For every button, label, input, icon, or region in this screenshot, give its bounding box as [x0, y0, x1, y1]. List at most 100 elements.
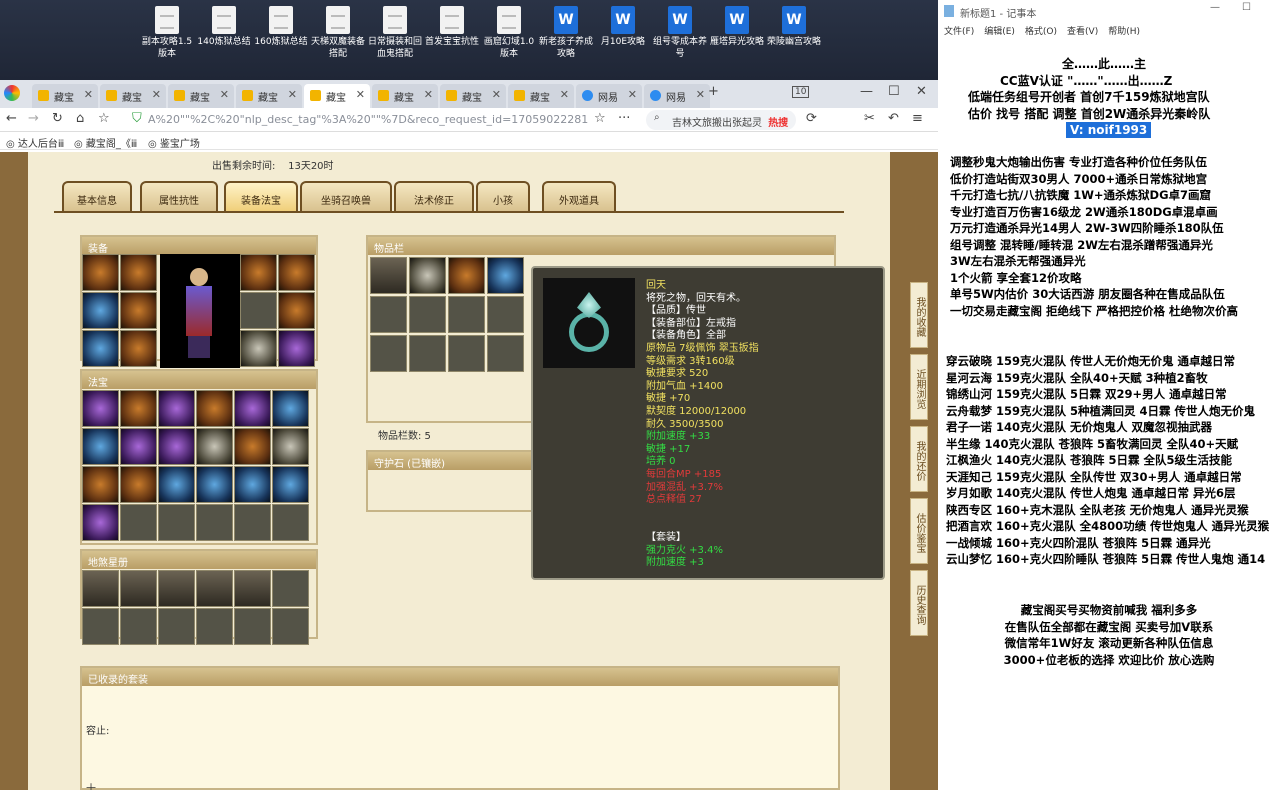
close-tab-icon[interactable]: ✕: [152, 88, 161, 101]
item-slot[interactable]: [234, 428, 271, 465]
item-slot[interactable]: [240, 330, 277, 367]
sidebar-button[interactable]: 我的还价: [910, 426, 928, 492]
desktop-icon[interactable]: 140炼狱总结: [195, 6, 253, 48]
search-input[interactable]: ⌕ 吉林文旅搬出张起灵 热搜: [646, 110, 796, 130]
close-tab-icon[interactable]: ✕: [424, 88, 433, 101]
item-slot[interactable]: [82, 330, 119, 367]
browser-tab[interactable]: 藏宝 ✕: [304, 84, 370, 108]
item-slot[interactable]: [272, 428, 309, 465]
close-tab-icon[interactable]: ✕: [288, 88, 297, 101]
item-slot[interactable]: [234, 570, 271, 607]
maximize-icon[interactable]: ☐: [888, 84, 900, 99]
cut-icon[interactable]: ✂: [864, 111, 875, 126]
item-slot[interactable]: [120, 466, 157, 503]
bookmark-item[interactable]: ◎ 达人后台ⅲ: [6, 135, 64, 150]
item-slot[interactable]: [158, 428, 195, 465]
browser-tab[interactable]: 藏宝 ✕: [236, 84, 302, 108]
notepad-menu-item[interactable]: 编辑(E): [984, 27, 1015, 37]
desktop-icon[interactable]: W 月10E攻略: [594, 6, 652, 48]
browser-tab[interactable]: 藏宝 ✕: [100, 84, 166, 108]
browser-tab[interactable]: 藏宝 ✕: [440, 84, 506, 108]
item-slot[interactable]: [82, 254, 119, 291]
item-slot[interactable]: [234, 390, 271, 427]
item-slot[interactable]: [196, 390, 233, 427]
desktop-icon[interactable]: 天梯双魔装备搭配: [309, 6, 367, 60]
item-slot[interactable]: [82, 390, 119, 427]
minimize-icon[interactable]: —: [1210, 2, 1220, 13]
browser-tab[interactable]: 藏宝 ✕: [32, 84, 98, 108]
item-slot[interactable]: [196, 428, 233, 465]
refresh-icon[interactable]: ⟳: [806, 111, 817, 126]
menu-icon[interactable]: ≡: [912, 111, 923, 126]
sidebar-button[interactable]: 我的收藏: [910, 282, 928, 348]
bookmark-item[interactable]: ◎ 藏宝阁_《ⅲ: [74, 135, 137, 150]
bookmark-item[interactable]: ◎ 鉴宝广场: [148, 135, 200, 150]
back-icon[interactable]: ←: [6, 111, 17, 126]
notepad-menu-item[interactable]: 文件(F): [944, 27, 974, 37]
sidebar-button[interactable]: 近期浏览: [910, 354, 928, 420]
item-slot[interactable]: [158, 570, 195, 607]
item-slot[interactable]: [272, 466, 309, 503]
desktop-icon[interactable]: W 雁塔异光攻略: [708, 6, 766, 48]
close-tab-icon[interactable]: ✕: [356, 88, 365, 101]
item-slot[interactable]: [82, 570, 119, 607]
sidebar-button[interactable]: 估价鉴宝: [910, 498, 928, 564]
bookmark-star-icon[interactable]: ☆: [594, 111, 606, 126]
game-tab[interactable]: 小孩: [476, 181, 530, 211]
undo-icon[interactable]: ↶: [888, 111, 899, 126]
item-slot[interactable]: [158, 390, 195, 427]
item-slot[interactable]: [196, 570, 233, 607]
url-field[interactable]: A%20""%2C%20"nlp_desc_tag"%3A%20""%7D&re…: [148, 110, 588, 130]
item-slot[interactable]: [278, 330, 315, 367]
close-tab-icon[interactable]: ✕: [696, 88, 705, 101]
sidebar-button[interactable]: 历史查询: [910, 570, 928, 636]
close-tab-icon[interactable]: ✕: [492, 88, 501, 101]
desktop-icon[interactable]: W 新老孩子养成攻略: [537, 6, 595, 60]
item-slot[interactable]: [82, 466, 119, 503]
game-tab[interactable]: 坐骑召唤兽: [300, 181, 392, 211]
notepad-menu-item[interactable]: 格式(O): [1025, 27, 1057, 37]
game-tab[interactable]: 外观道具: [542, 181, 616, 211]
desktop-icon[interactable]: W 荣陵幽宫攻略: [765, 6, 823, 48]
item-slot[interactable]: [196, 466, 233, 503]
notepad-text[interactable]: 全……此……主 CC蓝V认证 "……"……出……Z 低端任务组号开创者 首创7千15…: [938, 40, 1280, 790]
item-slot[interactable]: [272, 390, 309, 427]
desktop-icon[interactable]: 160炼狱总结: [252, 6, 310, 48]
close-tab-icon[interactable]: ✕: [220, 88, 229, 101]
forward-icon[interactable]: →: [28, 111, 39, 126]
item-slot[interactable]: [278, 292, 315, 329]
browser-tab[interactable]: 藏宝 ✕: [168, 84, 234, 108]
item-slot[interactable]: [120, 390, 157, 427]
desktop-icon[interactable]: W 组号零成本养号: [651, 6, 709, 60]
item-slot[interactable]: [82, 504, 119, 541]
item-slot[interactable]: [120, 330, 157, 367]
maximize-icon[interactable]: ☐: [1242, 2, 1251, 13]
browser-tab[interactable]: 藏宝 ✕: [508, 84, 574, 108]
item-slot[interactable]: [278, 254, 315, 291]
notepad-menu-item[interactable]: 查看(V): [1067, 27, 1098, 37]
star-icon[interactable]: ☆: [98, 111, 110, 126]
item-slot[interactable]: [158, 466, 195, 503]
notepad-menu-item[interactable]: 帮助(H): [1108, 27, 1140, 37]
item-slot[interactable]: [240, 254, 277, 291]
game-tab[interactable]: 法术修正: [394, 181, 474, 211]
home-icon[interactable]: ⌂: [76, 111, 84, 126]
item-slot[interactable]: [120, 570, 157, 607]
reload-icon[interactable]: ↻: [52, 111, 63, 126]
more-icon[interactable]: ···: [618, 111, 630, 126]
desktop-icon[interactable]: 日常摄装和回血鬼搭配: [366, 6, 424, 60]
item-slot[interactable]: [120, 254, 157, 291]
new-tab-icon[interactable]: +: [708, 84, 719, 99]
selected-text[interactable]: V: noif1993: [1066, 122, 1152, 138]
close-window-icon[interactable]: ✕: [916, 84, 927, 99]
desktop-icon[interactable]: 副本攻略1.5版本: [138, 6, 196, 60]
close-tab-icon[interactable]: ✕: [84, 88, 93, 101]
game-tab[interactable]: 属性抗性: [140, 181, 218, 211]
item-slot[interactable]: [82, 292, 119, 329]
close-tab-icon[interactable]: ✕: [560, 88, 569, 101]
item-slot[interactable]: [82, 428, 119, 465]
desktop-icon[interactable]: 首发宝宝抗性: [423, 6, 481, 48]
game-tab[interactable]: 基本信息: [62, 181, 132, 211]
browser-logo-icon[interactable]: [4, 85, 20, 101]
browser-tab[interactable]: 网易 ✕: [576, 84, 642, 108]
